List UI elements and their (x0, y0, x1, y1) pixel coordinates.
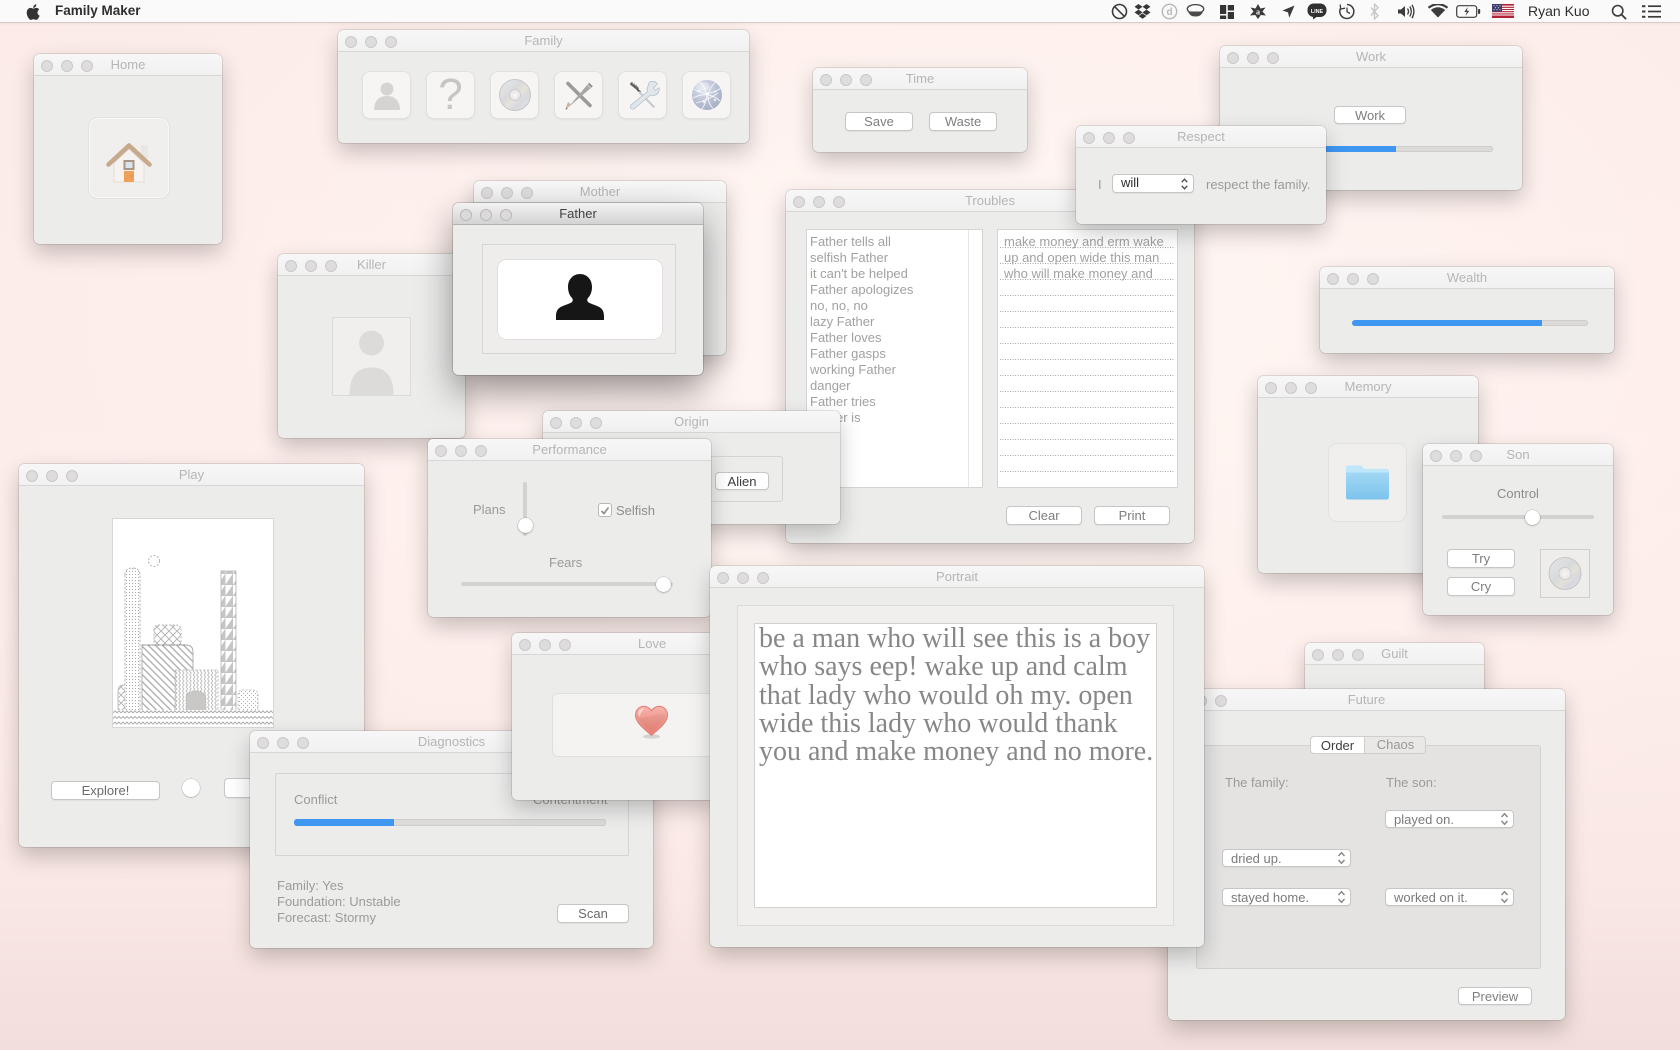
svg-text:d: d (1166, 7, 1172, 18)
svg-text:a: a (1256, 8, 1260, 17)
svg-text:LINE: LINE (1311, 9, 1324, 15)
